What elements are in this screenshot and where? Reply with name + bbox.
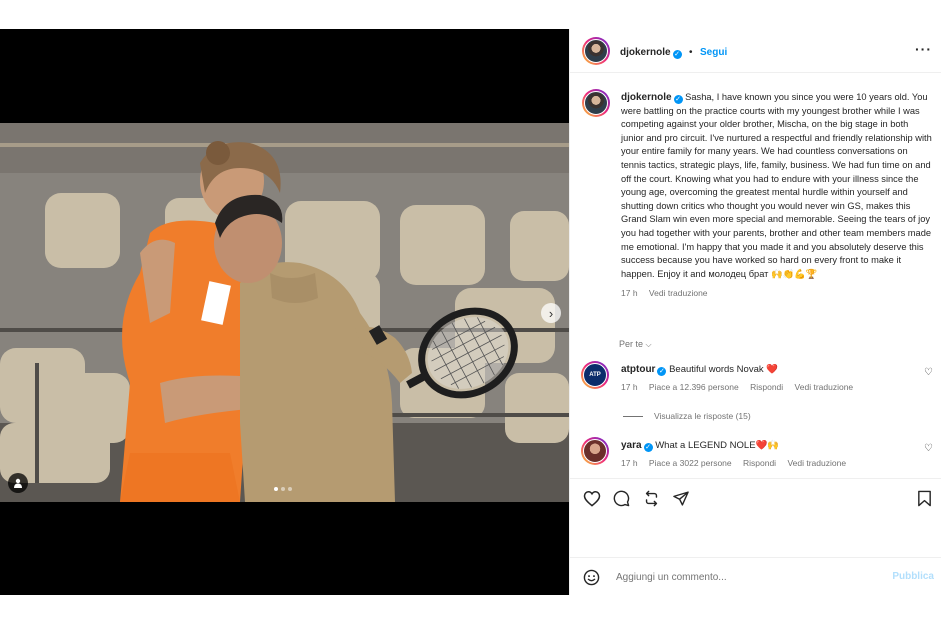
comments-area[interactable]: djokernole ✓ Sasha, I have known you sinc… bbox=[570, 73, 941, 473]
heart-icon[interactable]: ♡ bbox=[924, 367, 933, 378]
share-icon[interactable] bbox=[672, 490, 690, 507]
verified-icon: ✓ bbox=[673, 95, 683, 104]
comment-translate-link[interactable]: Vedi traduzione bbox=[795, 382, 854, 392]
add-comment-bar: Pubblica bbox=[570, 557, 941, 596]
photo-illustration bbox=[0, 123, 569, 502]
bookmark-icon[interactable] bbox=[917, 490, 932, 507]
carousel-dot bbox=[288, 487, 292, 491]
comment-likes[interactable]: Piace a 3022 persone bbox=[649, 458, 732, 468]
comment-time: 17 h bbox=[621, 382, 638, 392]
next-image-button[interactable]: › bbox=[541, 303, 561, 323]
comment-meta: 17 h Piace a 3022 persone Rispondi Vedi … bbox=[621, 458, 921, 468]
comment-username[interactable]: atptour bbox=[621, 364, 655, 375]
comment-avatar[interactable]: ATP bbox=[581, 361, 609, 389]
caption-text: Sasha, I have known you since you were 1… bbox=[621, 92, 932, 279]
comment-body: yara ✓ What a LEGEND NOLE❤️🙌 17 h Piace a… bbox=[621, 440, 921, 468]
caption-avatar[interactable] bbox=[582, 89, 610, 117]
carousel-dot bbox=[274, 487, 278, 491]
verified-icon: ✓ bbox=[672, 50, 682, 59]
author-username[interactable]: djokernole bbox=[620, 47, 671, 58]
reply-button[interactable]: Rispondi bbox=[743, 458, 776, 468]
for-you-toggle[interactable]: Per te ⌵ bbox=[619, 339, 652, 350]
header-separator: • bbox=[689, 47, 693, 58]
comment-icon[interactable] bbox=[613, 490, 630, 507]
action-bar bbox=[570, 478, 941, 515]
verified-icon: ✓ bbox=[657, 367, 667, 376]
comment-likes[interactable]: Piace a 12.396 persone bbox=[649, 382, 739, 392]
comment-username[interactable]: yara bbox=[621, 440, 642, 451]
comment-time: 17 h bbox=[621, 458, 638, 468]
comment-meta: 17 h Piace a 12.396 persone Rispondi Ved… bbox=[621, 382, 921, 392]
comment-avatar[interactable] bbox=[581, 437, 609, 465]
caption-time: 17 h bbox=[621, 288, 638, 299]
more-icon[interactable]: ··· bbox=[915, 41, 932, 57]
carousel-dot bbox=[281, 487, 285, 491]
verified-icon: ✓ bbox=[643, 443, 653, 452]
post-media: › bbox=[0, 29, 569, 595]
person-tag-icon bbox=[14, 478, 22, 488]
chevron-down-icon: ⌵ bbox=[645, 340, 652, 349]
caption-meta: 17 h Vedi traduzione bbox=[621, 287, 933, 301]
publish-button[interactable]: Pubblica bbox=[892, 571, 934, 582]
post-header: djokernole ✓ • Segui ··· bbox=[570, 29, 941, 73]
emoji-icon[interactable] bbox=[583, 569, 600, 586]
comment-text: What a LEGEND NOLE❤️🙌 bbox=[655, 440, 780, 451]
view-replies-label: Visualizza le risposte (15) bbox=[654, 411, 751, 421]
repost-icon[interactable] bbox=[643, 490, 660, 507]
tagged-people-button[interactable] bbox=[8, 473, 28, 493]
replies-line bbox=[623, 415, 643, 417]
heart-icon[interactable]: ♡ bbox=[924, 443, 933, 454]
chevron-right-icon: › bbox=[548, 305, 554, 321]
heart-icon[interactable] bbox=[583, 490, 601, 507]
avatar-image bbox=[583, 439, 607, 463]
post-photo: › bbox=[0, 123, 569, 502]
carousel-indicator bbox=[274, 487, 292, 491]
caption: djokernole ✓ Sasha, I have known you sinc… bbox=[621, 91, 933, 301]
header-user-line: djokernole ✓ • Segui bbox=[620, 42, 727, 60]
atp-logo: ATP bbox=[583, 363, 607, 387]
caption-translate-link[interactable]: Vedi traduzione bbox=[649, 288, 708, 298]
for-you-label: Per te bbox=[619, 339, 644, 349]
comment-body: atptour ✓ Beautiful words Novak ❤️ 17 h P… bbox=[621, 364, 921, 392]
view-replies-button[interactable]: Visualizza le risposte (15) bbox=[623, 411, 751, 421]
caption-username[interactable]: djokernole bbox=[621, 92, 672, 103]
comment-item: yara ✓ What a LEGEND NOLE❤️🙌 17 h Piace a… bbox=[581, 437, 933, 473]
follow-button[interactable]: Segui bbox=[700, 47, 727, 58]
post-side-panel: djokernole ✓ • Segui ··· djokernole ✓ Sash… bbox=[569, 29, 941, 595]
reply-button[interactable]: Rispondi bbox=[750, 382, 783, 392]
comment-text: Beautiful words Novak ❤️ bbox=[669, 364, 779, 375]
author-avatar[interactable] bbox=[582, 37, 610, 65]
comment-input[interactable] bbox=[614, 571, 868, 584]
comment-translate-link[interactable]: Vedi traduzione bbox=[787, 458, 846, 468]
